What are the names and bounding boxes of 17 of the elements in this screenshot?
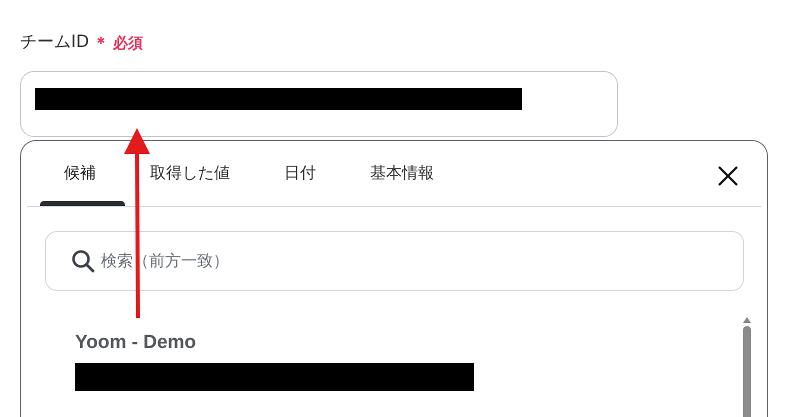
- tab[interactable]: 候補: [37, 140, 123, 206]
- search-field[interactable]: 検索（前方一致）: [45, 230, 744, 290]
- tab[interactable]: 基本情報: [343, 140, 461, 206]
- search-icon: [71, 248, 95, 272]
- tab[interactable]: 日付: [257, 140, 343, 206]
- tab[interactable]: 取得した値: [123, 140, 257, 206]
- option-item[interactable]: Yoom - Demo: [75, 328, 495, 391]
- search-input[interactable]: 検索（前方一致）: [101, 248, 701, 272]
- close-icon: [717, 164, 739, 186]
- scroll-up-icon: [743, 316, 751, 322]
- option-name: Yoom - Demo: [75, 330, 198, 354]
- required-mark: ＊: [93, 32, 110, 54]
- input-field[interactable]: [20, 70, 618, 136]
- required-text: 必須: [113, 32, 144, 54]
- scrollbar-thumb[interactable]: [743, 326, 751, 417]
- field-label: チームID: [20, 31, 90, 54]
- scrollbar[interactable]: [741, 316, 753, 417]
